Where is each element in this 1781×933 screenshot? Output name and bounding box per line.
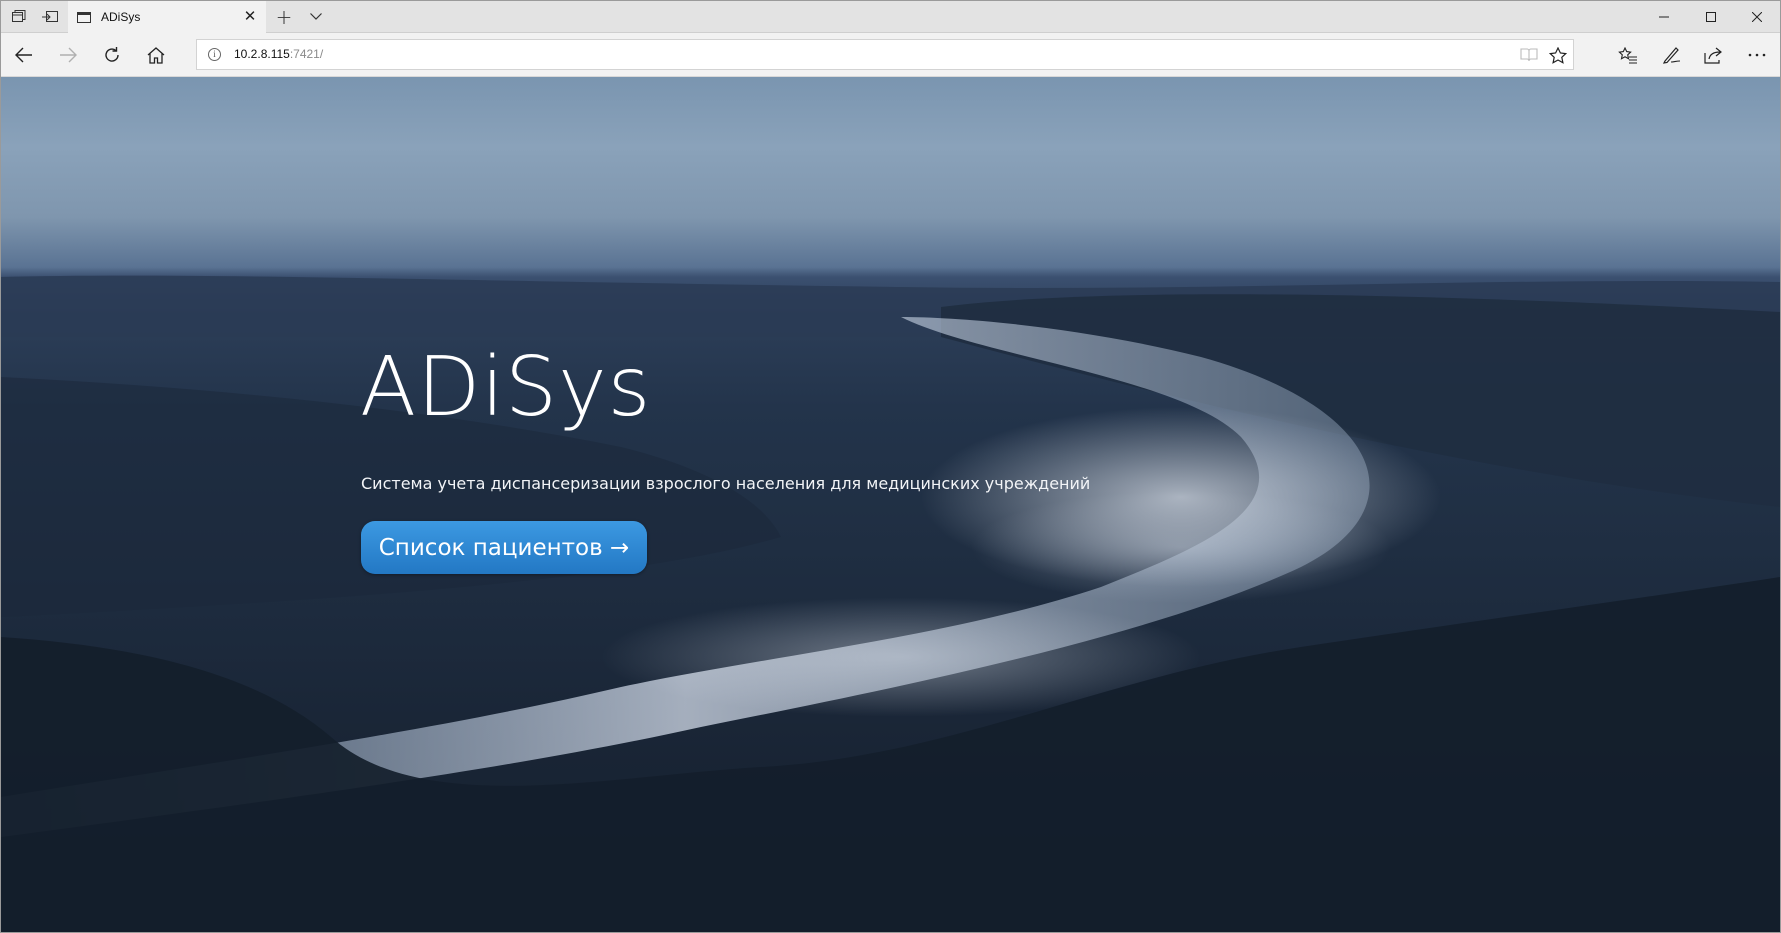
- tab-title: ADiSys: [101, 10, 141, 24]
- share-icon: [1704, 47, 1722, 64]
- web-note-button[interactable]: [1653, 39, 1689, 71]
- more-button[interactable]: [1739, 39, 1775, 71]
- home-icon: [147, 46, 165, 64]
- star-icon[interactable]: [1547, 45, 1569, 65]
- url-text[interactable]: 10.2.8.115:7421/: [234, 47, 323, 61]
- home-button[interactable]: [138, 39, 174, 71]
- back-arrow-icon: [15, 47, 32, 63]
- maximize-button[interactable]: [1689, 1, 1733, 32]
- more-dots-icon: [1748, 53, 1766, 57]
- browser-window: ADiSys ✕ + i 10.2.8.115:7421/ ADiSys Сис…: [0, 0, 1781, 933]
- minimize-button[interactable]: [1642, 1, 1686, 32]
- patient-list-button[interactable]: Список пациентов →: [361, 521, 647, 574]
- info-icon[interactable]: i: [208, 48, 221, 61]
- navigation-toolbar: i 10.2.8.115:7421/: [1, 33, 1780, 77]
- close-icon: [1752, 11, 1762, 22]
- refresh-button[interactable]: [94, 39, 130, 71]
- refresh-icon: [105, 47, 119, 62]
- title-bar: ADiSys ✕ +: [1, 1, 1780, 33]
- url-host: 10.2.8.115: [234, 47, 290, 61]
- share-button[interactable]: [1696, 39, 1732, 71]
- forward-arrow-icon: [60, 47, 77, 63]
- book-icon[interactable]: [1518, 45, 1540, 65]
- tabs-aside-icon[interactable]: [3, 1, 35, 32]
- hero-title: ADiSys: [360, 340, 652, 435]
- tabs-restore-icon[interactable]: [34, 1, 66, 32]
- favorites-hub-button[interactable]: [1610, 39, 1646, 71]
- plus-icon: +: [275, 4, 293, 29]
- favorites-list-icon: [1618, 46, 1637, 64]
- maximize-icon: [1706, 11, 1716, 22]
- background-landscape-image: [1, 275, 1780, 932]
- page-icon: [77, 11, 91, 23]
- active-tab[interactable]: ADiSys ✕: [68, 1, 266, 33]
- new-tab-button[interactable]: +: [269, 1, 299, 32]
- close-window-button[interactable]: [1735, 1, 1779, 32]
- address-bar[interactable]: i 10.2.8.115:7421/: [196, 39, 1574, 70]
- page-content: ADiSys Система учета диспансеризации взр…: [1, 77, 1780, 932]
- pen-icon: [1662, 47, 1680, 64]
- forward-button[interactable]: [50, 39, 86, 71]
- back-button[interactable]: [6, 39, 42, 71]
- tab-list-button[interactable]: [302, 1, 330, 32]
- minimize-icon: [1659, 16, 1669, 17]
- chevron-down-icon: [310, 13, 322, 20]
- url-path: :7421/: [289, 47, 324, 61]
- close-icon[interactable]: ✕: [242, 8, 258, 24]
- hero-subtitle: Система учета диспансеризации взрослого …: [361, 474, 1091, 493]
